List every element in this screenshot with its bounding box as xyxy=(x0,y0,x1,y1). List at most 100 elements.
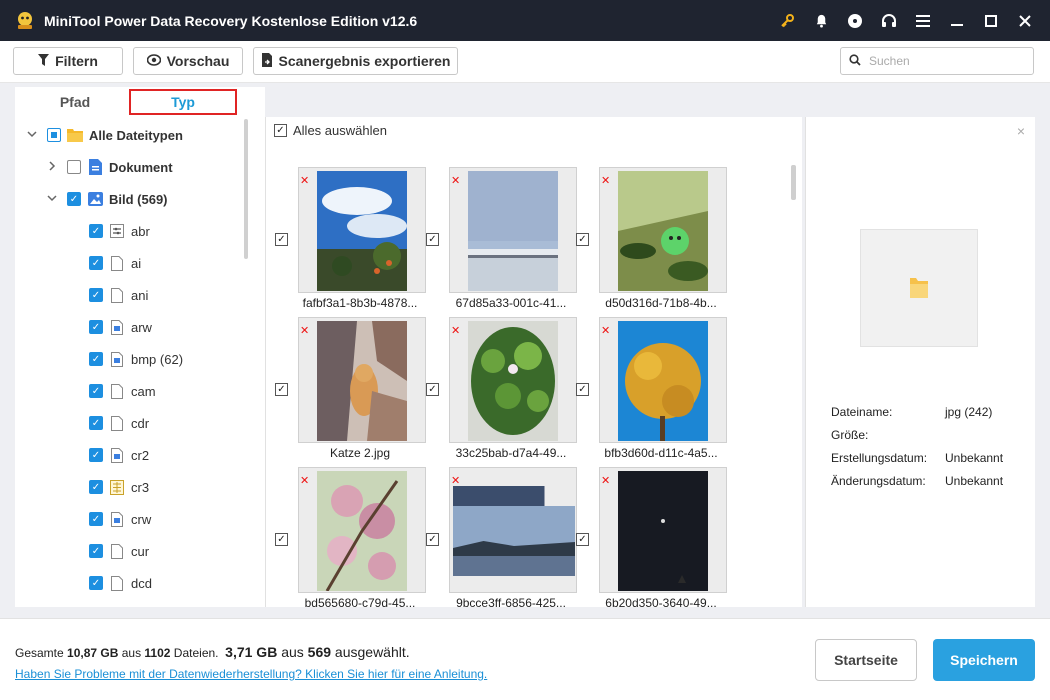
tree-checkbox[interactable]: ✓ xyxy=(89,416,103,430)
thumbnail-item[interactable]: ✕ ✓ bfb3d60d-d11c-4a5... xyxy=(576,317,727,465)
thumbnail-checkbox[interactable]: ✓ xyxy=(275,533,288,546)
grid-scrollbar[interactable] xyxy=(791,165,796,200)
close-icon[interactable] xyxy=(1008,0,1042,41)
tree-item-label: cur xyxy=(131,543,150,559)
thumbnail-item[interactable]: ✕ ✓ 6b20d350-3640-49... xyxy=(576,467,727,615)
tree-item-10[interactable]: ✓ cr2 xyxy=(89,445,149,465)
thumbnail-item[interactable]: ✕ ✓ 33c25bab-d7a4-49... xyxy=(426,317,577,465)
thumbnail-frame[interactable]: ✕ xyxy=(449,467,577,593)
tab-path[interactable]: Pfad xyxy=(35,89,115,115)
preview-thumbnail xyxy=(860,229,978,347)
menu-icon[interactable] xyxy=(906,0,940,41)
tree-item-14[interactable]: ✓ dcd xyxy=(89,573,152,593)
tree-item-4[interactable]: ✓ ai xyxy=(89,253,141,273)
total-size: 10,87 GB xyxy=(67,646,119,660)
search-input[interactable] xyxy=(869,54,1019,68)
tree-item-12[interactable]: ✓ crw xyxy=(89,509,151,529)
thumbnail-item[interactable]: ✕ ✓ 67d85a33-001c-41... xyxy=(426,167,577,315)
tree-checkbox[interactable]: ✓ xyxy=(67,192,81,206)
headset-icon[interactable] xyxy=(872,0,906,41)
tree-item-1[interactable]: Dokument xyxy=(45,157,173,177)
tree-checkbox[interactable] xyxy=(67,160,81,174)
thumbnail-checkbox[interactable]: ✓ xyxy=(576,233,589,246)
tree-checkbox[interactable]: ✓ xyxy=(89,448,103,462)
photo-thumbnail xyxy=(317,471,407,591)
selected-mid: aus xyxy=(277,644,308,660)
tree-checkbox[interactable]: ✓ xyxy=(89,576,103,590)
chevron-right-icon[interactable] xyxy=(45,160,59,174)
chevron-down-icon[interactable] xyxy=(25,129,39,141)
key-icon[interactable] xyxy=(770,0,804,41)
preview-button[interactable]: Vorschau xyxy=(133,47,243,75)
tree-item-8[interactable]: ✓ cam xyxy=(89,381,156,401)
select-all-checkbox[interactable]: ✓ xyxy=(274,124,287,137)
thumbnail-frame[interactable]: ✕ xyxy=(599,317,727,443)
tree-checkbox[interactable] xyxy=(47,128,61,142)
tree-scrollbar[interactable] xyxy=(244,119,248,259)
tab-type[interactable]: Typ xyxy=(129,89,237,115)
thumbnail-frame[interactable]: ✕ xyxy=(298,317,426,443)
select-all[interactable]: ✓ Alles auswählen xyxy=(274,123,387,138)
thumbnail-checkbox[interactable]: ✓ xyxy=(275,383,288,396)
minimize-icon[interactable] xyxy=(940,0,974,41)
tree-item-6[interactable]: ✓ arw xyxy=(89,317,152,337)
tree-checkbox[interactable]: ✓ xyxy=(89,544,103,558)
preview-info-row: Änderungsdatum: Unbekannt xyxy=(831,474,1003,488)
tree-item-3[interactable]: ✓ abr xyxy=(89,221,150,241)
bell-icon[interactable] xyxy=(804,0,838,41)
thumbnail-frame[interactable]: ✕ xyxy=(599,167,727,293)
status-bar: Gesamte 10,87 GB aus 1102 Dateien. 3,71 … xyxy=(0,618,1050,700)
tree-checkbox[interactable]: ✓ xyxy=(89,320,103,334)
tree-checkbox[interactable]: ✓ xyxy=(89,352,103,366)
chevron-down-icon[interactable] xyxy=(45,193,59,205)
home-button[interactable]: Startseite xyxy=(815,639,917,681)
tree-item-label: ani xyxy=(131,287,149,303)
thumbnail-frame[interactable]: ✕ xyxy=(449,317,577,443)
thumbnail-caption: bfb3d60d-d11c-4a5... xyxy=(604,446,718,460)
tree-item-2[interactable]: ✓ Bild (569) xyxy=(45,189,168,209)
tree-checkbox[interactable]: ✓ xyxy=(89,224,103,238)
thumbnail-checkbox[interactable]: ✓ xyxy=(275,233,288,246)
thumbnail-checkbox[interactable]: ✓ xyxy=(576,383,589,396)
tree-item-0[interactable]: Alle Dateitypen xyxy=(25,125,183,145)
thumbnail-checkbox[interactable]: ✓ xyxy=(426,233,439,246)
tree-item-label: Bild (569) xyxy=(109,191,168,207)
img-file-icon xyxy=(109,351,125,367)
thumbnail-frame[interactable]: ✕ xyxy=(599,467,727,593)
tree-checkbox[interactable]: ✓ xyxy=(89,512,103,526)
thumbnail-frame[interactable]: ✕ xyxy=(298,167,426,293)
search-box[interactable] xyxy=(840,47,1034,75)
thumbnail-item[interactable]: ✕ ✓ bd565680-c79d-45... xyxy=(275,467,426,615)
thumbnail-item[interactable]: ✕ ✓ Katze 2.jpg xyxy=(275,317,426,465)
tree-checkbox[interactable]: ✓ xyxy=(89,384,103,398)
tree-item-7[interactable]: ✓ bmp (62) xyxy=(89,349,183,369)
thumbnail-caption: d50d316d-71b8-4b... xyxy=(605,296,717,310)
tree-item-13[interactable]: ✓ cur xyxy=(89,541,149,561)
tree-item-5[interactable]: ✓ ani xyxy=(89,285,148,305)
thumbnail-item[interactable]: ✕ ✓ 9bcce3ff-6856-425... xyxy=(426,467,577,615)
thumbnail-checkbox[interactable]: ✓ xyxy=(576,533,589,546)
preview-close-icon[interactable]: × xyxy=(1017,123,1025,139)
thumbnail-checkbox[interactable]: ✓ xyxy=(426,533,439,546)
filter-button[interactable]: Filtern xyxy=(13,47,123,75)
tree-item-label: crw xyxy=(131,511,152,527)
deleted-mark-icon: ✕ xyxy=(601,175,611,187)
thumbnail-checkbox[interactable]: ✓ xyxy=(426,383,439,396)
help-link[interactable]: Haben Sie Probleme mit der Datenwiederhe… xyxy=(15,667,487,681)
save-button[interactable]: Speichern xyxy=(933,639,1035,681)
tree-checkbox[interactable]: ✓ xyxy=(89,480,103,494)
thumbnail-item[interactable]: ✕ ✓ fafbf3a1-8b3b-4878... xyxy=(275,167,426,315)
tree-checkbox[interactable]: ✓ xyxy=(89,256,103,270)
thumbnail-frame[interactable]: ✕ xyxy=(298,467,426,593)
thumbnail-item[interactable]: ✕ ✓ d50d316d-71b8-4b... xyxy=(576,167,727,315)
tree-checkbox[interactable]: ✓ xyxy=(89,288,103,302)
export-button[interactable]: Scanergebnis exportieren xyxy=(253,47,458,75)
tree-item-9[interactable]: ✓ cdr xyxy=(89,413,149,433)
img-file-icon xyxy=(109,447,125,463)
tree-item-11[interactable]: ✓ cr3 xyxy=(89,477,149,497)
maximize-icon[interactable] xyxy=(974,0,1008,41)
tree-item-label: Alle Dateitypen xyxy=(89,127,183,143)
disc-icon[interactable] xyxy=(838,0,872,41)
deleted-mark-icon: ✕ xyxy=(300,475,310,487)
thumbnail-frame[interactable]: ✕ xyxy=(449,167,577,293)
